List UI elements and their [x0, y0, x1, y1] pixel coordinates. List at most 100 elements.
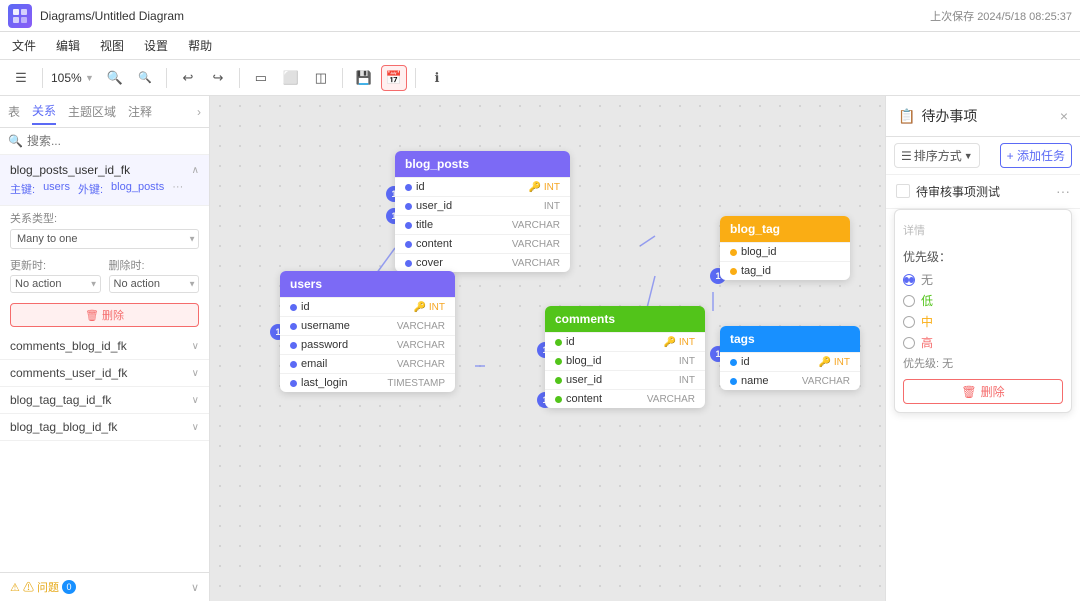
trash-icon: 🗑 — [85, 309, 99, 322]
undo-btn[interactable]: ↩ — [175, 65, 201, 91]
tab-theme[interactable]: 主题区域 — [68, 99, 116, 124]
todo-more-btn[interactable]: ··· — [1056, 183, 1070, 199]
field-tag-id: tag_id — [720, 261, 850, 280]
shape3-btn[interactable]: ◫ — [308, 65, 334, 91]
relation-detail: 主键: users 外键: blog_posts ··· — [10, 181, 199, 197]
shape1-btn[interactable]: ▭ — [248, 65, 274, 91]
blog-tag-header: blog_tag — [720, 216, 850, 242]
more-icon[interactable]: ··· — [172, 181, 183, 197]
sep5 — [415, 68, 416, 88]
table-tags[interactable]: tags id🔑 INT nameVARCHAR — [720, 326, 860, 390]
todo-panel-icon: 📋 — [898, 108, 915, 125]
priority-none[interactable]: 无 — [903, 271, 1063, 288]
priority-none-label: 无 — [921, 271, 933, 288]
toolbar: ☰ 105% ▼ 🔍 🔍 ↩ ↪ ▭ ⬜ ◫ 💾 📅 ℹ — [0, 60, 1080, 96]
field-user-id: user_idINT — [545, 370, 705, 389]
issue-count: 0 — [62, 580, 76, 594]
update-label: 更新时: — [10, 257, 101, 273]
relation-item-4[interactable]: blog_tag_tag_id_fk ∨ — [0, 387, 209, 414]
priority-mid[interactable]: 中 — [903, 313, 1063, 330]
trash-icon2: 🗑 — [961, 385, 976, 399]
update-section: 更新时: No action Cascade Set null — [10, 257, 101, 293]
menu-bar: 文件 编辑 视图 设置 帮助 — [0, 32, 1080, 60]
zoom-out-btn[interactable]: 🔍 — [102, 65, 128, 91]
save-btn[interactable]: 💾 — [351, 65, 377, 91]
window-title: Diagrams/Untitled Diagram — [40, 9, 184, 23]
relation-active-item[interactable]: blog_posts_user_id_fk ∧ 主键: users 外键: bl… — [0, 155, 209, 206]
relation-item-3[interactable]: comments_user_id_fk ∨ — [0, 360, 209, 387]
table-blog-posts[interactable]: blog_posts id🔑 INT user_idINT titleVARCH… — [395, 151, 570, 272]
tab-table[interactable]: 表 — [8, 99, 20, 124]
todo-title: 待办事项 — [921, 106, 1053, 126]
add-task-btn[interactable]: + 添加任务 — [1000, 143, 1072, 168]
search-input[interactable] — [27, 134, 201, 148]
relation-name: blog_posts_user_id_fk ∧ — [10, 163, 199, 177]
close-todo-btn[interactable]: × — [1060, 108, 1068, 124]
chevron-icon2: ∨ — [192, 368, 199, 379]
tab-relation[interactable]: 关系 — [32, 98, 56, 125]
table-comments[interactable]: comments id🔑 INT blog_idINT user_idINT c… — [545, 306, 705, 408]
layout-btn[interactable]: ☰ — [8, 65, 34, 91]
app-icon — [8, 4, 32, 28]
users-header: users — [280, 271, 455, 297]
field-name: nameVARCHAR — [720, 371, 860, 390]
issue-label: ⚠ 问题 — [23, 579, 59, 595]
issue-icon: ⚠ — [10, 581, 20, 594]
sort-btn[interactable]: ☰ 排序方式 ▼ — [894, 143, 980, 168]
update-select[interactable]: No action Cascade Set null — [10, 275, 101, 293]
field-content: contentVARCHAR — [545, 389, 705, 408]
sep1 — [42, 68, 43, 88]
priority-popup: 详情 优先级： 无 低 中 高 优先级: 无 — [894, 209, 1072, 413]
table-users[interactable]: users id🔑 INT usernameVARCHAR passwordVA… — [280, 271, 455, 392]
todo-item: 待审核事项测试 ··· — [886, 175, 1080, 209]
left-panel: 表 关系 主题区域 注释 › 🔍 blog_posts_user_id_fk ∧… — [0, 96, 210, 601]
priority-low[interactable]: 低 — [903, 292, 1063, 309]
relation-type-select-wrap: Many to one One to one One to many Many … — [10, 229, 199, 249]
issues-chevron[interactable]: ∨ — [191, 581, 199, 594]
priority-high[interactable]: 高 — [903, 334, 1063, 351]
main-area: 表 关系 主题区域 注释 › 🔍 blog_posts_user_id_fk ∧… — [0, 96, 1080, 601]
relation-item-5[interactable]: blog_tag_blog_id_fk ∨ — [0, 414, 209, 441]
sep3 — [239, 68, 240, 88]
sort-chevron: ▼ — [964, 151, 973, 161]
priority-current-label: 优先级: 无 — [903, 355, 1063, 371]
field-email: emailVARCHAR — [280, 354, 455, 373]
relation-type-select[interactable]: Many to one One to one One to many Many … — [10, 229, 199, 249]
priority-section-label: 优先级： — [903, 248, 1063, 265]
menu-settings[interactable]: 设置 — [140, 35, 172, 56]
tabs-more-icon[interactable]: › — [197, 105, 201, 119]
field-title: titleVARCHAR — [395, 215, 570, 234]
delete-select[interactable]: No action Cascade Set null — [109, 275, 200, 293]
delete-task-btn[interactable]: 🗑 删除 — [903, 379, 1063, 404]
zoom-in-btn[interactable]: 🔍 — [132, 65, 158, 91]
chevron-icon3: ∨ — [192, 395, 199, 406]
menu-file[interactable]: 文件 — [8, 35, 40, 56]
chevron-icon4: ∨ — [192, 422, 199, 433]
todo-checkbox[interactable] — [896, 184, 910, 198]
issues-bar[interactable]: ⚠ ⚠ 问题 0 ∨ — [0, 572, 209, 601]
collapse-icon[interactable]: ∧ — [192, 165, 199, 176]
redo-btn[interactable]: ↪ — [205, 65, 231, 91]
relation-item-2[interactable]: comments_blog_id_fk ∨ — [0, 333, 209, 360]
update-select-wrap: No action Cascade Set null — [10, 275, 101, 293]
menu-help[interactable]: 帮助 — [184, 35, 216, 56]
save-time: 上次保存 2024/5/18 08:25:37 — [930, 8, 1072, 24]
detail-area[interactable]: 详情 — [903, 218, 1063, 248]
comments-header: comments — [545, 306, 705, 332]
field-blog-id: blog_id — [720, 242, 850, 261]
delete-relation-btn[interactable]: 🗑 删除 — [10, 303, 199, 327]
info-btn[interactable]: ℹ — [424, 65, 450, 91]
menu-view[interactable]: 视图 — [96, 35, 128, 56]
table-blog-tag[interactable]: blog_tag blog_id tag_id — [720, 216, 850, 280]
tab-note[interactable]: 注释 — [128, 99, 152, 124]
zoom-chevron: ▼ — [85, 73, 94, 83]
calendar-btn[interactable]: 📅 — [381, 65, 407, 91]
blog-posts-header: blog_posts — [395, 151, 570, 177]
zoom-control: 105% ▼ — [51, 71, 94, 85]
left-tabs: 表 关系 主题区域 注释 › — [0, 96, 209, 128]
priority-mid-label: 中 — [921, 313, 933, 330]
todo-item-text: 待审核事项测试 — [916, 183, 1050, 200]
menu-edit[interactable]: 编辑 — [52, 35, 84, 56]
shape2-btn[interactable]: ⬜ — [278, 65, 304, 91]
delete-select-wrap: No action Cascade Set null — [109, 275, 200, 293]
